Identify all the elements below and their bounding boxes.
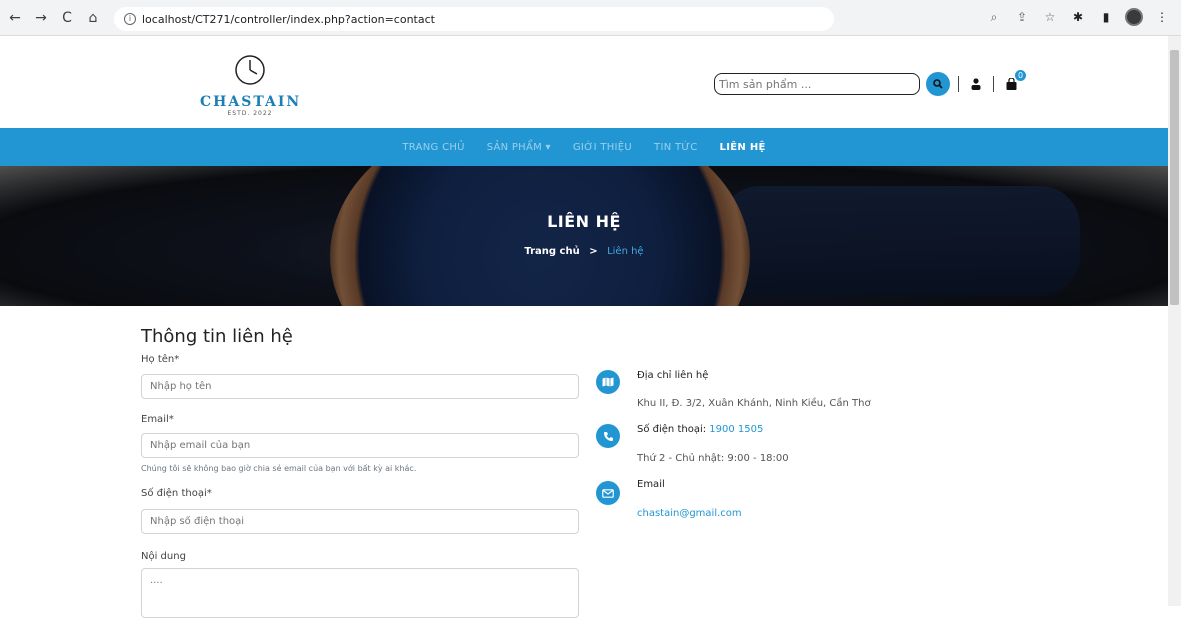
back-icon[interactable]: ← xyxy=(4,7,26,29)
phone-title-label: Số điện thoại: xyxy=(637,424,707,435)
zoom-icon[interactable]: ⌕ xyxy=(985,8,1003,26)
bookmark-star-icon[interactable]: ☆ xyxy=(1041,8,1059,26)
content-textarea[interactable] xyxy=(141,568,579,618)
address-title: Địa chỉ liên hệ xyxy=(637,370,709,381)
breadcrumb-home[interactable]: Trang chủ xyxy=(524,246,579,257)
breadcrumb: Trang chủ > Liên hệ xyxy=(0,246,1168,257)
search-button[interactable] xyxy=(926,72,950,96)
nav-item-news[interactable]: TIN TỨC xyxy=(654,142,698,153)
search-bar: 0 xyxy=(714,70,1026,96)
page-title: LIÊN HỆ xyxy=(547,212,621,231)
divider xyxy=(993,76,994,92)
email-title: Email xyxy=(637,479,665,490)
breadcrumb-current: Liên hệ xyxy=(607,246,644,257)
email-icon xyxy=(596,481,620,505)
site-info-icon[interactable]: i xyxy=(124,13,136,25)
page-scrollbar[interactable] xyxy=(1168,36,1181,606)
extensions-icon[interactable]: ✱ xyxy=(1069,8,1087,26)
address-text: Khu II, Đ. 3/2, Xuân Khánh, Ninh Kiều, C… xyxy=(637,398,871,409)
cart-icon[interactable]: 0 xyxy=(1002,70,1026,93)
browser-toolbar: ← → C ⌂ i localhost/CT271/controller/ind… xyxy=(0,0,1181,36)
form-title: Thông tin liên hệ xyxy=(141,326,293,347)
clock-icon xyxy=(235,55,265,85)
phone-input[interactable] xyxy=(141,509,579,534)
search-input[interactable] xyxy=(714,73,920,95)
nav-item-contact[interactable]: LIÊN HỆ xyxy=(720,142,766,153)
hero-banner: LIÊN HỆ Trang chủ > Liên hệ xyxy=(0,166,1168,306)
name-label: Họ tên* xyxy=(141,354,180,365)
divider xyxy=(958,76,959,92)
logo[interactable]: CHASTAIN ESTD. 2022 xyxy=(200,52,300,122)
breadcrumb-separator: > xyxy=(589,246,598,257)
phone-title: Số điện thoại: 1900 1505 xyxy=(637,424,763,435)
email-link[interactable]: chastain@gmail.com xyxy=(637,508,742,519)
share-icon[interactable]: ⇪ xyxy=(1013,8,1031,26)
cart-count-badge: 0 xyxy=(1015,70,1026,81)
user-icon[interactable] xyxy=(967,75,985,93)
side-panel-icon[interactable]: ▮ xyxy=(1097,8,1115,26)
search-icon xyxy=(933,79,943,89)
url-text: localhost/CT271/controller/index.php?act… xyxy=(142,12,435,26)
email-label: Email* xyxy=(141,414,174,425)
phone-number[interactable]: 1900 1505 xyxy=(709,424,763,435)
phone-icon xyxy=(596,424,620,448)
map-icon xyxy=(596,370,620,394)
nav-item-home[interactable]: TRANG CHỦ xyxy=(402,142,464,153)
contact-section: Thông tin liên hệ Họ tên* Email* Chúng t… xyxy=(0,306,1168,618)
main-nav: TRANG CHỦ SẢN PHẨM ▾ GIỚI THIỆU TIN TỨC … xyxy=(0,128,1168,166)
hours-text: Thứ 2 - Chủ nhật: 9:00 - 18:00 xyxy=(637,453,789,464)
name-input[interactable] xyxy=(141,374,579,399)
address-bar[interactable]: i localhost/CT271/controller/index.php?a… xyxy=(114,7,834,31)
nav-item-products[interactable]: SẢN PHẨM ▾ xyxy=(487,142,551,153)
hero-overlay xyxy=(0,166,1168,306)
reload-icon[interactable]: C xyxy=(56,7,78,29)
forward-icon[interactable]: → xyxy=(30,7,52,29)
content-label: Nội dung xyxy=(141,551,186,562)
email-help-text: Chúng tôi sẽ không bao giờ chia sẻ email… xyxy=(141,464,417,473)
brand-name: CHASTAIN xyxy=(200,94,302,110)
phone-label: Số điện thoại* xyxy=(141,488,212,499)
brand-estd: ESTD. 2022 xyxy=(227,110,273,117)
nav-item-about[interactable]: GIỚI THIỆU xyxy=(573,142,632,153)
menu-icon[interactable]: ⋮ xyxy=(1153,8,1171,26)
profile-avatar[interactable] xyxy=(1125,8,1143,26)
home-icon[interactable]: ⌂ xyxy=(82,7,104,29)
site-header: CHASTAIN ESTD. 2022 0 xyxy=(0,36,1181,128)
scrollbar-thumb[interactable] xyxy=(1170,50,1179,305)
email-input[interactable] xyxy=(141,433,579,458)
